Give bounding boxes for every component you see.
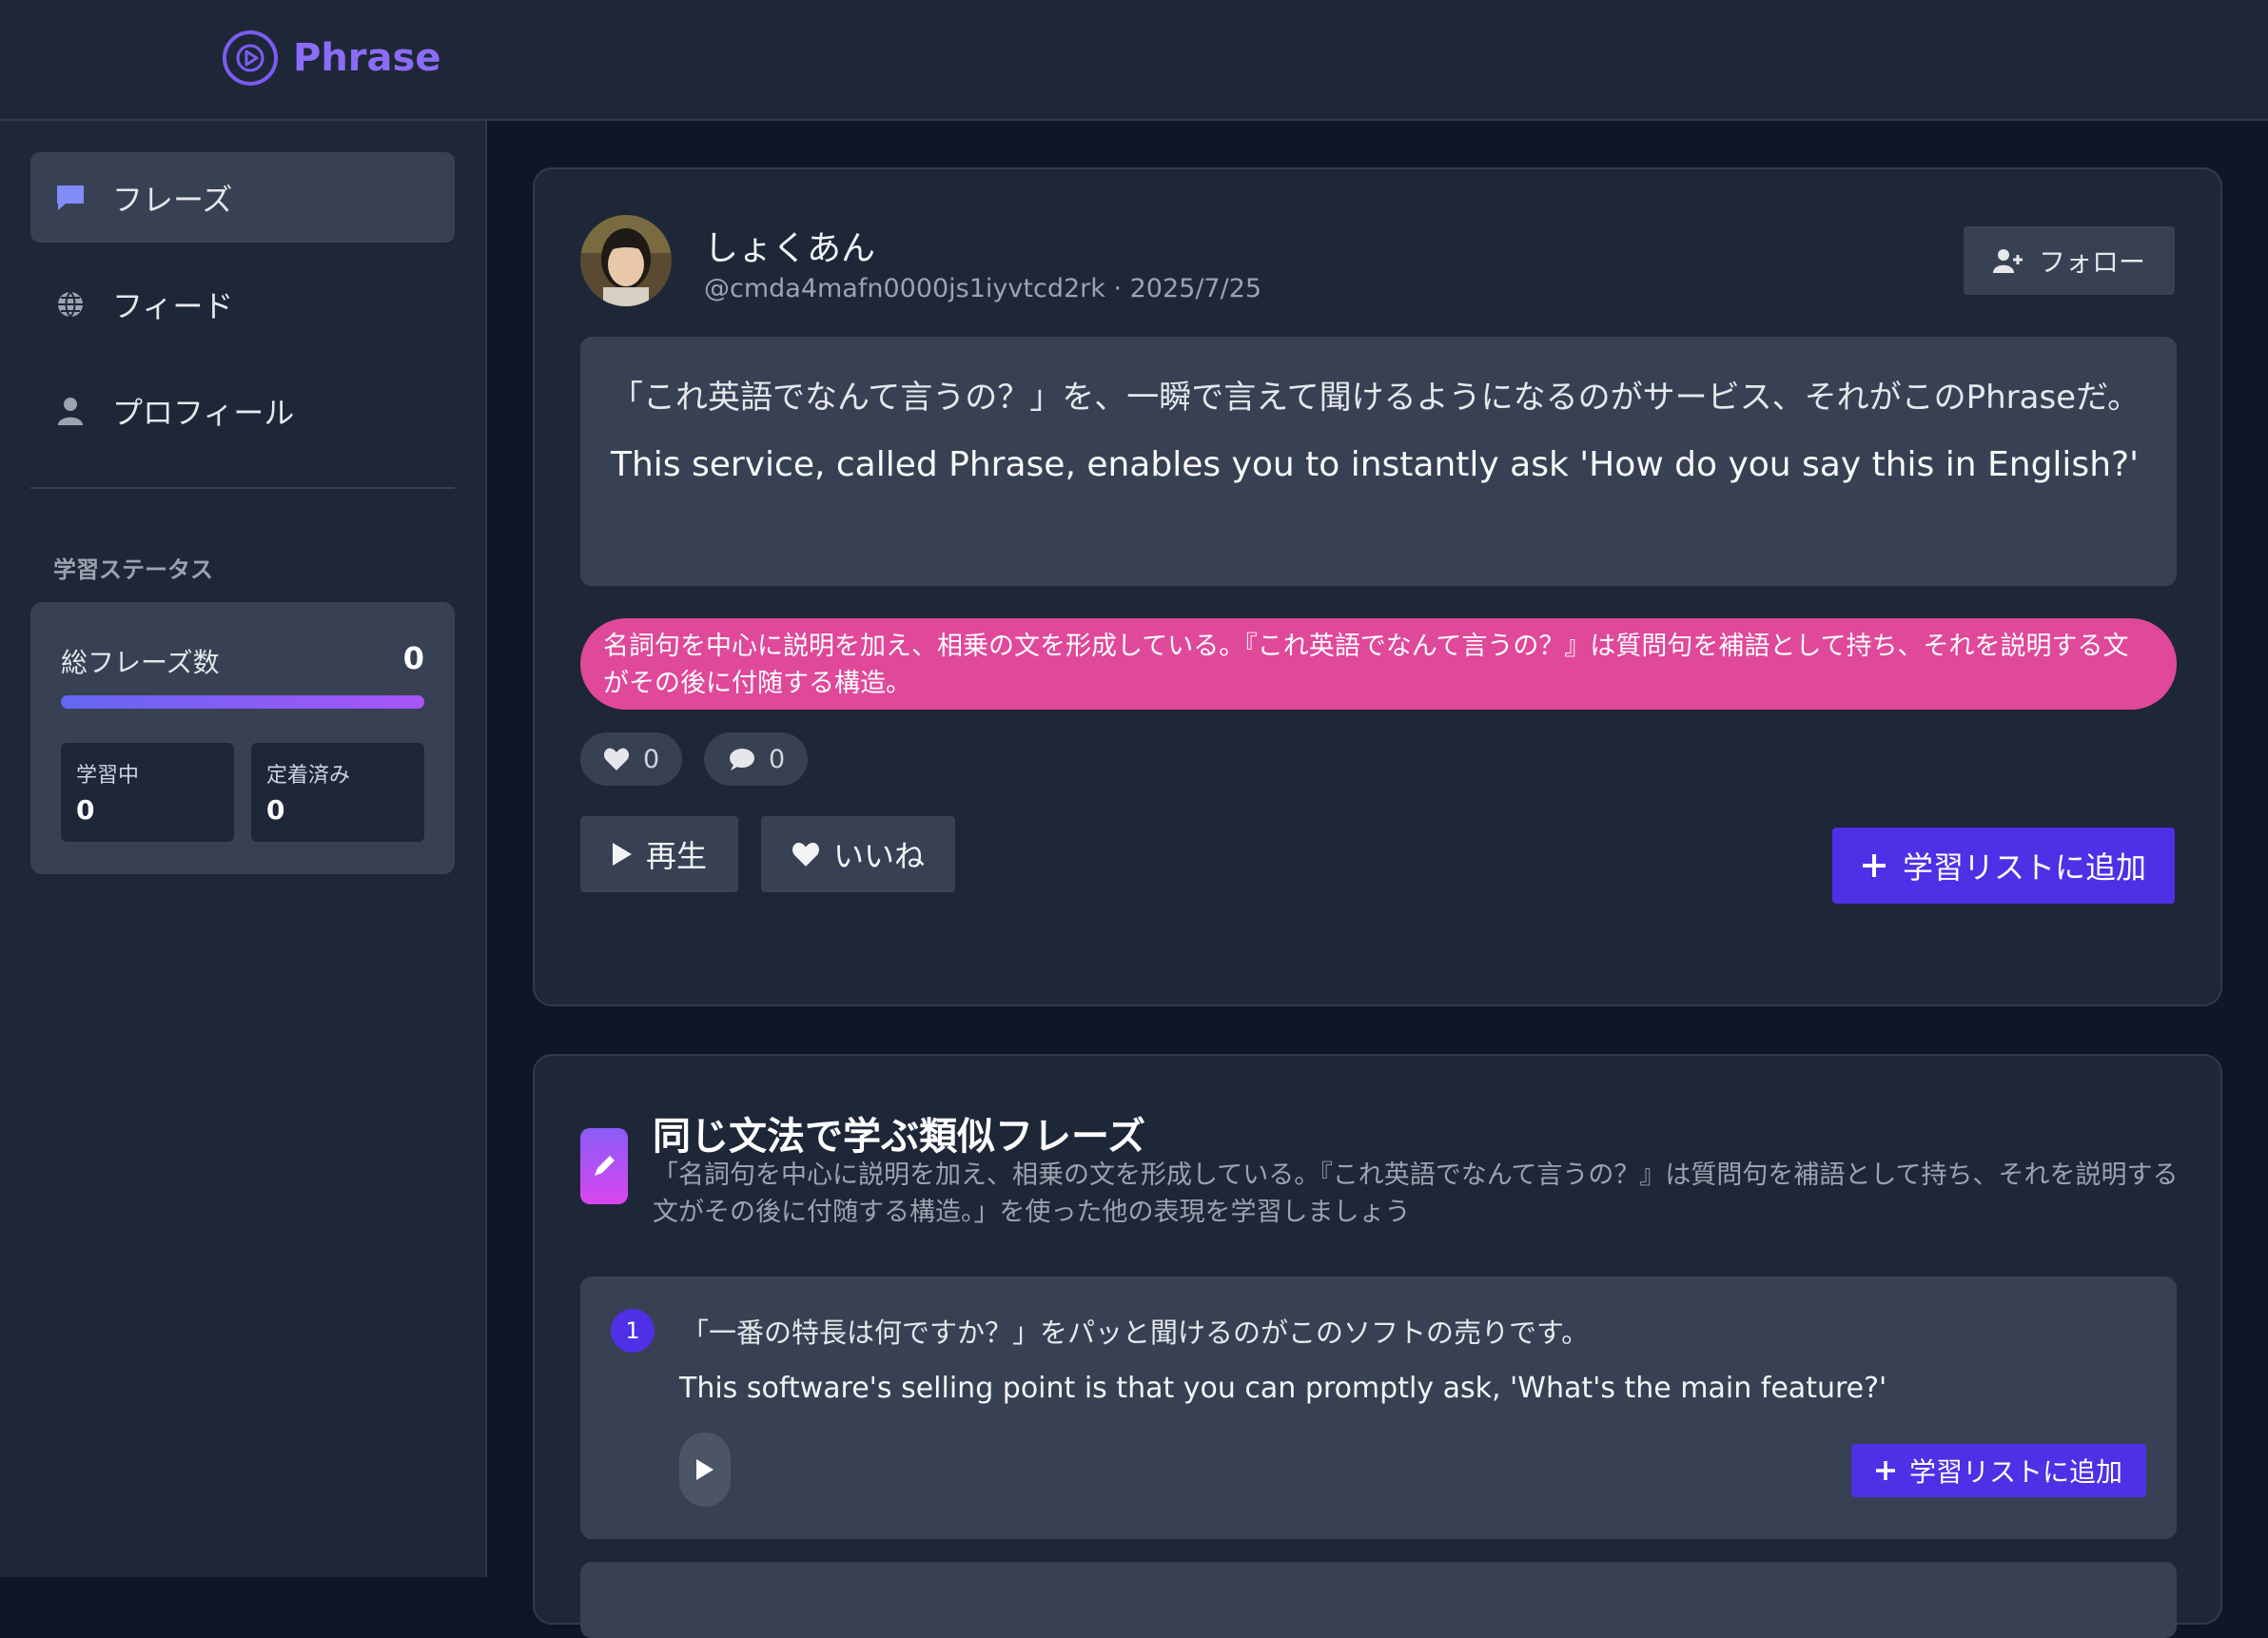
sidebar-item-label: フィード (112, 287, 234, 324)
follow-label: フォロー (2038, 246, 2145, 278)
progress-bar-fill (61, 695, 424, 709)
similar-description: 「名詞句を中心に説明を加え、相乗の文を形成している。『これ英語でなんて言うの？』… (653, 1160, 2179, 1227)
app-name: Phrase (293, 36, 441, 80)
sidebar: フレーズ フィード プロフィール 学習ステータス 総フレーズ数 0 学習中 0 … (0, 121, 487, 1577)
plus-icon (1862, 854, 1886, 877)
app-logo[interactable]: Phrase (223, 30, 440, 86)
like-button[interactable]: いいね (761, 816, 955, 892)
sidebar-item-label: プロフィール (112, 394, 295, 431)
comment-icon (730, 749, 754, 770)
sidebar-item-phrases[interactable]: フレーズ (30, 152, 455, 243)
item-number: 1 (611, 1309, 655, 1353)
progress-bar (61, 695, 424, 709)
sidebar-item-feed[interactable]: フィード (30, 259, 455, 349)
heart-icon (603, 748, 630, 770)
similar-phrase-item: 1 「一番の特長は何ですか？」をパッと聞けるのがこのソフトの売りです。 This… (580, 1277, 2177, 1539)
mastered-value: 0 (266, 794, 285, 826)
like-label: いいね (832, 838, 925, 874)
add-label: 学習リストに追加 (1902, 849, 2146, 886)
user-icon (51, 392, 89, 430)
learning-stat: 学習中 0 (61, 743, 234, 842)
similar-phrases-card: 同じ文法で学ぶ類似フレーズ 「名詞句を中心に説明を加え、相乗の文を形成している。… (533, 1054, 2222, 1638)
mastered-label: 定着済み (266, 764, 351, 788)
sidebar-item-label: フレーズ (112, 181, 233, 218)
app-header: Phrase (0, 0, 2268, 121)
sidebar-item-profile[interactable]: プロフィール (30, 365, 455, 456)
follow-button[interactable]: フォロー (1964, 226, 2175, 295)
similar-add-label: 学習リストに追加 (1908, 1456, 2122, 1488)
play-icon (612, 843, 632, 866)
chat-bubble-icon (51, 179, 89, 217)
similar-play-button[interactable] (679, 1433, 731, 1507)
avatar[interactable] (580, 215, 672, 306)
similar-add-button[interactable]: 学習リストに追加 (1851, 1444, 2146, 1497)
similar-phrase-item (580, 1562, 2177, 1638)
play-logo-icon (223, 30, 278, 86)
learning-status-label: 学習ステータス (53, 556, 213, 583)
grammar-tag[interactable]: 名詞句を中心に説明を加え、相乗の文を形成している。『これ英語でなんて言うの？』は… (580, 618, 2177, 710)
plus-icon (1875, 1461, 1895, 1480)
comment-count: 0 (704, 732, 809, 786)
sidebar-divider (30, 487, 455, 489)
learning-value: 0 (76, 794, 95, 826)
stats-card: 総フレーズ数 0 学習中 0 定着済み 0 (30, 602, 455, 874)
comment-count-value: 0 (769, 744, 786, 774)
globe-icon (51, 285, 89, 323)
phrase-post-card: しょくあん @cmda4mafn0000js1iyvtcd2rk · 2025/… (533, 167, 2222, 1006)
play-icon (696, 1459, 714, 1480)
play-button[interactable]: 再生 (580, 816, 738, 892)
post-username[interactable]: しょくあん (704, 221, 875, 270)
mastered-stat: 定着済み 0 (251, 743, 424, 842)
user-plus-icon (1992, 249, 2023, 273)
similar-phrase-japanese: 「一番の特長は何ですか？」をパッと聞けるのがこのソフトの売りです。 (681, 1316, 1590, 1349)
post-handle-date: @cmda4mafn0000js1iyvtcd2rk · 2025/7/25 (704, 274, 1262, 303)
similar-title: 同じ文法で学ぶ類似フレーズ (653, 1115, 1145, 1159)
pencil-icon (580, 1128, 628, 1204)
total-phrases-label: 総フレーズ数 (61, 647, 220, 678)
add-to-study-list-button[interactable]: 学習リストに追加 (1832, 828, 2175, 904)
phrase-japanese: 「これ英語でなんて言うの？」を、一瞬で言えて聞けるようになるのがサービス、それが… (611, 379, 2141, 417)
like-count: 0 (580, 732, 683, 786)
learning-label: 学習中 (76, 764, 140, 788)
phrase-content: 「これ英語でなんて言うの？」を、一瞬で言えて聞けるようになるのがサービス、それが… (580, 337, 2177, 586)
play-label: 再生 (645, 838, 707, 874)
similar-phrase-english: This software's selling point is that yo… (679, 1372, 1887, 1405)
phrase-english: This service, called Phrase, enables you… (611, 445, 2140, 484)
heart-icon (792, 842, 819, 867)
like-count-value: 0 (643, 744, 660, 774)
total-phrases-value: 0 (402, 640, 424, 676)
